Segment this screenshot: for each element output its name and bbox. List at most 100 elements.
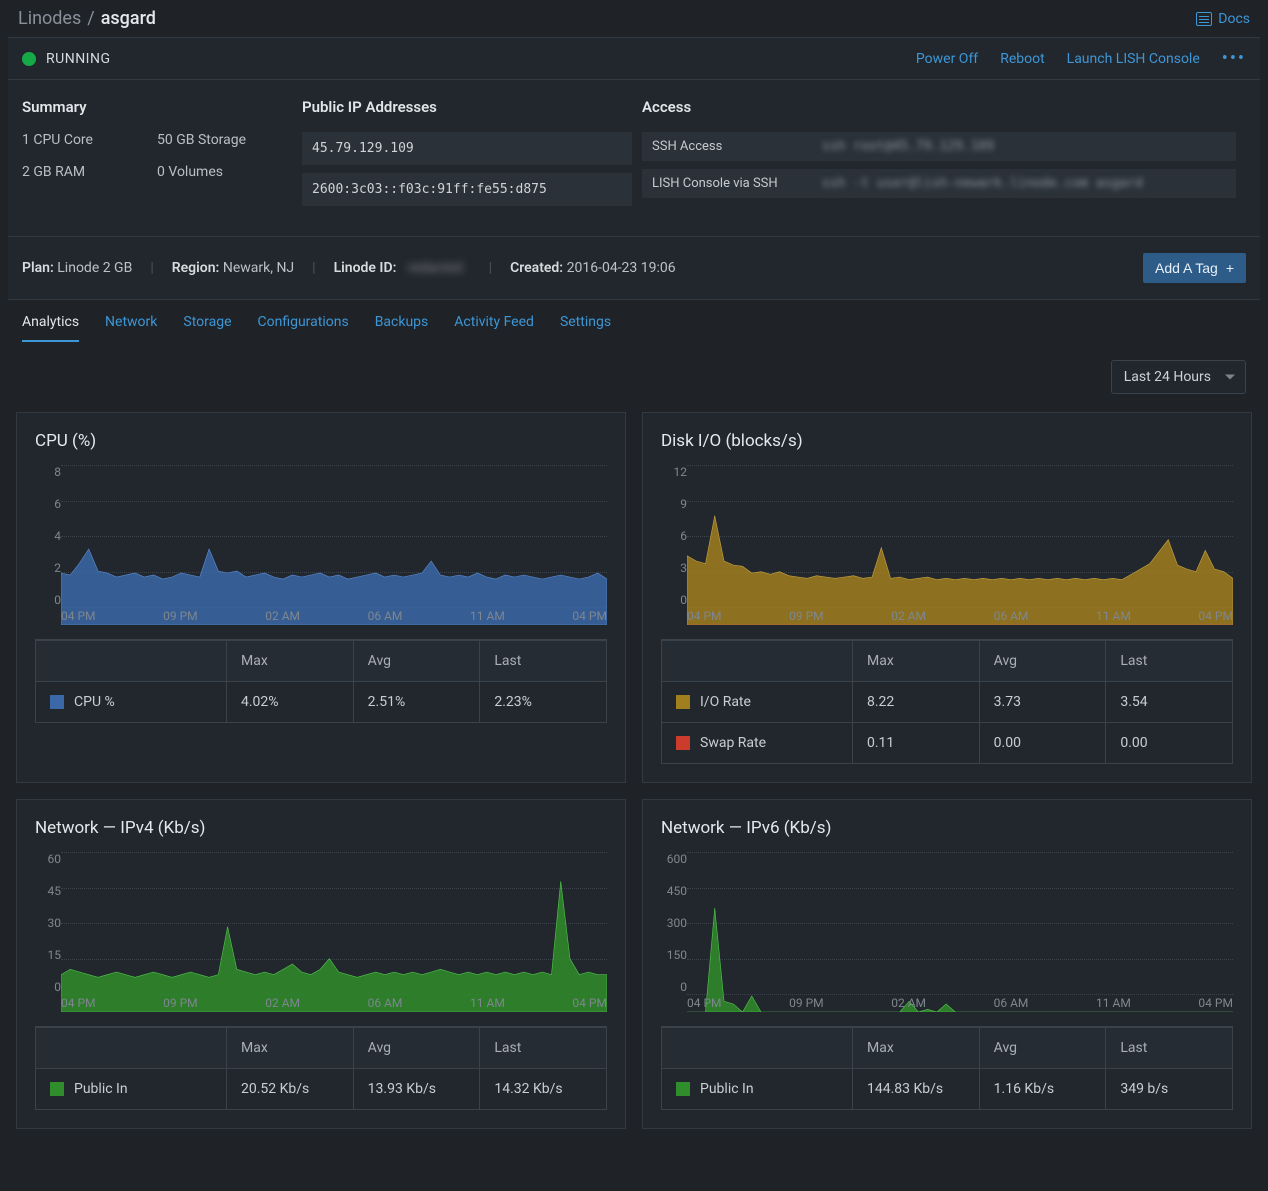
chart-title-cpu: CPU (%) (35, 431, 607, 451)
chart-ytick: 300 (667, 916, 687, 930)
chart-xtick: 04 PM (572, 609, 607, 625)
chart-xtick: 04 PM (687, 609, 722, 625)
legend-name: I/O Rate (700, 694, 751, 710)
chart-xtick: 04 PM (1198, 609, 1233, 625)
tab-network[interactable]: Network (105, 314, 157, 342)
chart-xtick: 04 PM (61, 996, 96, 1012)
tab-activity-feed[interactable]: Activity Feed (454, 314, 534, 342)
stats-max: 20.52 Kb/s (226, 1069, 353, 1109)
breadcrumb-sep: / (87, 8, 94, 29)
chart-ytick: 150 (667, 948, 687, 962)
stats-head-max: Max (226, 641, 353, 681)
chart-title-ipv6: Network — IPv6 (Kb/s) (661, 818, 1233, 838)
plan-value: Linode 2 GB (57, 260, 132, 276)
access-ssh-row[interactable]: SSH Access ssh root@45.79.129.109 (642, 132, 1236, 161)
legend-swatch-icon (676, 736, 690, 750)
tab-backups[interactable]: Backups (375, 314, 429, 342)
legend-swatch-icon (50, 1082, 64, 1096)
chart-ytick: 8 (54, 465, 61, 479)
chart-ytick: 45 (48, 884, 62, 898)
chart-ytick: 9 (680, 497, 687, 511)
access-ssh-value: ssh root@45.79.129.109 (822, 139, 994, 154)
access-title: Access (642, 98, 1236, 116)
chart-card-cpu: CPU (%)8642004 PM09 PM02 AM06 AM11 AM04 … (16, 412, 626, 783)
tab-analytics[interactable]: Analytics (22, 314, 79, 342)
chart-ytick: 6 (54, 497, 61, 511)
chart-ytick: 15 (48, 948, 62, 962)
chart-ytick: 600 (667, 852, 687, 866)
chart-ytick: 0 (54, 980, 61, 994)
public-ipv4[interactable]: 45.79.129.109 (302, 132, 632, 165)
chart-xtick: 09 PM (163, 609, 198, 625)
stats-avg: 1.16 Kb/s (979, 1069, 1106, 1109)
time-range-select[interactable]: Last 24 Hours (1111, 360, 1246, 394)
add-tag-button[interactable]: Add A Tag + (1143, 253, 1246, 283)
region-value: Newark, NJ (223, 260, 294, 276)
docs-icon (1196, 12, 1212, 26)
public-ipv6[interactable]: 2600:3c03::f03c:91ff:fe55:d875 (302, 173, 632, 206)
stats-head-blank (36, 1028, 226, 1068)
status-label: RUNNING (46, 51, 111, 67)
power-off-action[interactable]: Power Off (916, 51, 978, 67)
stats-row: CPU %4.02%2.51%2.23% (36, 681, 606, 722)
stats-head-blank (36, 641, 226, 681)
chart-xtick: 09 PM (789, 609, 824, 625)
chart-xtick: 04 PM (572, 996, 607, 1012)
breadcrumb-root[interactable]: Linodes (18, 8, 81, 29)
chart-disk: 12963004 PM09 PM02 AM06 AM11 AM04 PM (687, 465, 1233, 625)
stats-max: 0.11 (852, 723, 979, 763)
legend-name: CPU % (74, 694, 115, 710)
tabs: Analytics Network Storage Configurations… (8, 300, 1260, 342)
tab-configurations[interactable]: Configurations (258, 314, 349, 342)
chart-xtick: 02 AM (891, 996, 926, 1012)
tab-storage[interactable]: Storage (183, 314, 231, 342)
chart-xtick: 11 AM (470, 996, 505, 1012)
chart-cpu: 8642004 PM09 PM02 AM06 AM11 AM04 PM (61, 465, 607, 625)
chart-ytick: 12 (674, 465, 688, 479)
time-range-value: Last 24 Hours (1124, 369, 1211, 385)
chart-xtick: 09 PM (789, 996, 824, 1012)
chart-xtick: 06 AM (994, 609, 1029, 625)
stats-last: 3.54 (1105, 682, 1232, 722)
reboot-action[interactable]: Reboot (1000, 51, 1044, 67)
stats-last: 0.00 (1105, 723, 1232, 763)
summary-volumes: 0 Volumes (157, 164, 292, 180)
more-actions-icon[interactable]: ••• (1222, 48, 1246, 69)
stats-table-cpu: MaxAvgLastCPU %4.02%2.51%2.23% (35, 639, 607, 723)
chart-title-disk: Disk I/O (blocks/s) (661, 431, 1233, 451)
stats-head-last: Last (1105, 1028, 1232, 1068)
created-value: 2016-04-23 19:06 (567, 260, 676, 276)
chart-card-ipv4: Network — IPv4 (Kb/s)60453015004 PM09 PM… (16, 799, 626, 1129)
stats-head-avg: Avg (353, 1028, 480, 1068)
linode-id-value: redacted (400, 260, 471, 276)
chart-xtick: 02 AM (265, 996, 300, 1012)
chart-ytick: 0 (54, 593, 61, 607)
launch-lish-action[interactable]: Launch LISH Console (1067, 51, 1200, 67)
stats-table-ipv4: MaxAvgLastPublic In20.52 Kb/s13.93 Kb/s1… (35, 1026, 607, 1110)
chart-xtick: 06 AM (994, 996, 1029, 1012)
stats-last: 349 b/s (1105, 1069, 1232, 1109)
status-bar: RUNNING Power Off Reboot Launch LISH Con… (8, 37, 1260, 80)
stats-last: 2.23% (479, 682, 606, 722)
chart-ytick: 30 (48, 916, 62, 930)
chart-card-disk: Disk I/O (blocks/s)12963004 PM09 PM02 AM… (642, 412, 1252, 783)
access-lish-value: ssh -t user@lish-newark.linode.com asgar… (822, 176, 1143, 191)
summary-title: Summary (22, 98, 292, 116)
created-label: Created: (510, 260, 563, 276)
chart-xtick: 11 AM (1096, 609, 1131, 625)
access-lish-row[interactable]: LISH Console via SSH ssh -t user@lish-ne… (642, 169, 1236, 198)
stats-row: Public In144.83 Kb/s1.16 Kb/s349 b/s (662, 1068, 1232, 1109)
docs-link[interactable]: Docs (1196, 11, 1250, 27)
chart-xtick: 11 AM (1096, 996, 1131, 1012)
chart-xtick: 02 AM (891, 609, 926, 625)
legend-name: Public In (700, 1081, 754, 1097)
stats-row: Public In20.52 Kb/s13.93 Kb/s14.32 Kb/s (36, 1068, 606, 1109)
chart-ytick: 4 (54, 529, 61, 543)
chart-ytick: 0 (680, 593, 687, 607)
stats-avg: 0.00 (979, 723, 1106, 763)
summary-ram: 2 GB RAM (22, 164, 157, 180)
add-tag-label: Add A Tag (1155, 260, 1218, 276)
chart-xtick: 04 PM (1198, 996, 1233, 1012)
tab-settings[interactable]: Settings (560, 314, 611, 342)
stats-table-ipv6: MaxAvgLastPublic In144.83 Kb/s1.16 Kb/s3… (661, 1026, 1233, 1110)
